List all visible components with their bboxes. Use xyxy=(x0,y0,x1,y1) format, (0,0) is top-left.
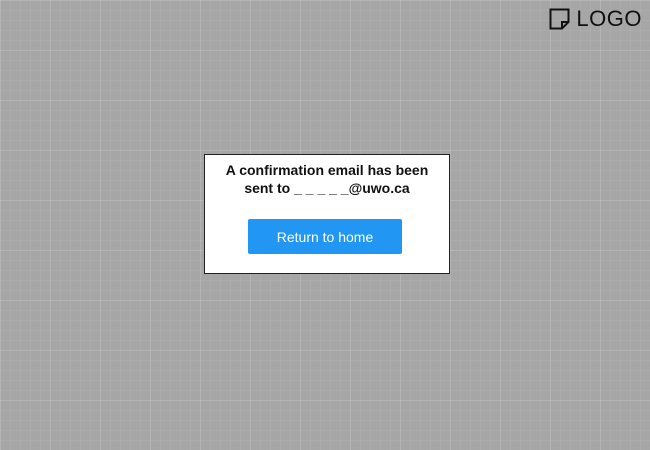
confirmation-message-line-1: A confirmation email has been xyxy=(225,162,429,178)
logo-text: LOGO xyxy=(576,6,642,31)
confirmation-dialog: A confirmation email has been sent to _ … xyxy=(204,154,450,274)
logo: LOGO xyxy=(549,7,642,31)
confirmation-message: A confirmation email has been sent to _ … xyxy=(213,161,441,197)
confirmation-message-line-2: sent to _ _ _ _ _@uwo.ca xyxy=(244,180,410,196)
note-icon xyxy=(549,8,570,30)
return-to-home-button[interactable]: Return to home xyxy=(248,219,402,254)
